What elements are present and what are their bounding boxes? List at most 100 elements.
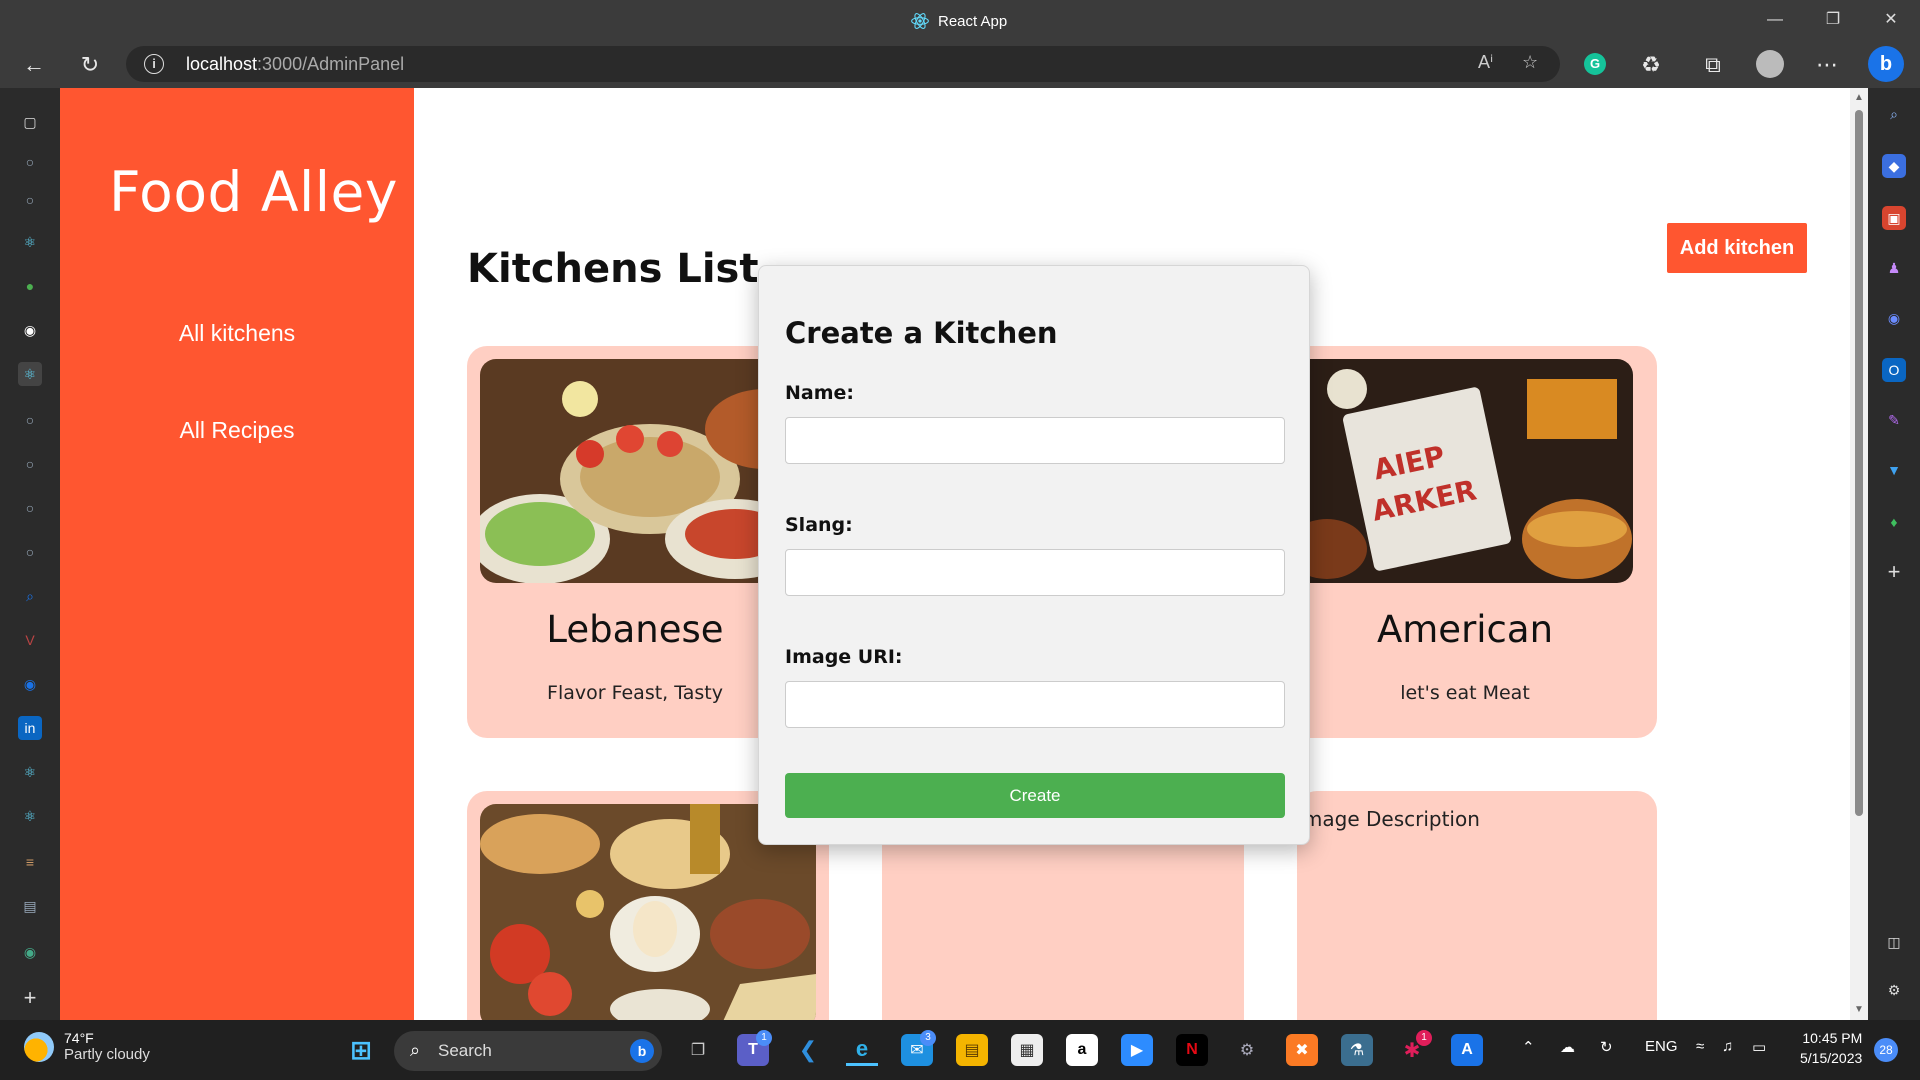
mysql-workbench-icon[interactable]: ⚗ [1341,1034,1373,1066]
kitchen-slang: let's eat Meat [1400,682,1530,704]
food-platter-image [480,359,803,583]
tab-icon[interactable]: ○ [18,188,42,212]
tab-icon[interactable]: ○ [18,540,42,564]
outlook-icon[interactable]: O [1882,358,1906,382]
tab-react-active-icon[interactable]: ⚛ [18,362,42,386]
clock-date: 5/15/2023 [1800,1050,1863,1066]
image-uri-input[interactable] [785,681,1285,728]
site-info-icon[interactable]: i [144,54,164,74]
tab-icon[interactable]: ○ [18,496,42,520]
tab-icon[interactable]: ○ [18,452,42,476]
name-label: Name: [785,382,855,404]
copilot-icon[interactable]: ◉ [1882,306,1906,330]
search-icon[interactable]: ⌕ [1882,102,1906,126]
grammarly-extension-icon[interactable]: G [1584,53,1606,75]
nav-all-recipes[interactable]: All Recipes [60,417,414,444]
extensions-icon[interactable]: ♻ [1634,48,1668,82]
kitchen-card[interactable]: Image Description [1297,791,1657,1020]
file-explorer-icon[interactable]: ▤ [956,1034,988,1066]
broken-image-alt: Image Description [1297,807,1480,831]
scrollbar-thumb[interactable] [1855,110,1863,816]
settings-icon[interactable]: ⚙ [1231,1034,1263,1066]
kitchen-slang: Flavor Feast, Tasty [547,682,723,704]
system-clock[interactable]: 10:45 PM 5/15/2023 [1800,1028,1862,1068]
burger-fries-image: AIEP ARKER [1297,359,1633,583]
name-input[interactable] [785,417,1285,464]
minimize-button[interactable]: — [1752,6,1798,34]
tab-actions-icon[interactable]: ▢ [18,110,42,134]
language-indicator[interactable]: ENG [1645,1038,1678,1055]
add-app-icon[interactable]: + [1882,560,1906,584]
notification-badge[interactable]: 28 [1874,1038,1898,1062]
create-button[interactable]: Create [785,773,1285,818]
windows-start-icon[interactable]: ⊞ [345,1034,377,1066]
bing-icon: b [630,1039,654,1063]
games-icon[interactable]: ♟ [1882,256,1906,280]
tab-icon[interactable]: ≡ [18,850,42,874]
edge-icon[interactable]: e [846,1034,878,1066]
slang-input[interactable] [785,549,1285,596]
slack-badge: 1 [1416,1030,1432,1046]
nav-all-kitchens[interactable]: All kitchens [60,320,414,347]
task-view-icon[interactable]: ❐ [682,1034,714,1066]
teams-badge: 1 [756,1030,772,1046]
tab-icon[interactable]: ◉ [18,672,42,696]
netflix-icon[interactable]: N [1176,1034,1208,1066]
app-store-icon[interactable]: A [1451,1034,1483,1066]
settings-gear-icon[interactable]: ⚙ [1882,978,1906,1002]
volume-icon[interactable]: ♫ [1722,1038,1733,1055]
kitchen-name: American [1376,608,1554,651]
tab-github-icon[interactable]: ◉ [18,318,42,342]
designer-icon[interactable]: ✎ [1882,408,1906,432]
tab-react-icon[interactable]: ⚛ [18,760,42,784]
url-text[interactable]: localhost:3000/AdminPanel [186,54,404,75]
kitchen-card-american[interactable]: AIEP ARKER American let's eat Meat [1297,346,1657,738]
collections-icon[interactable]: ⧉ [1696,48,1730,82]
kitchen-card-lebanese[interactable]: Lebanese Flavor Feast, Tasty [467,346,803,738]
split-screen-icon[interactable]: ◫ [1882,930,1906,954]
shopping-icon[interactable]: ◆ [1882,154,1906,178]
bing-copilot-icon[interactable]: b [1868,46,1904,82]
tab-icon[interactable]: ◉ [18,940,42,964]
tab-icon[interactable]: ▤ [18,894,42,918]
tools-icon[interactable]: ▣ [1882,206,1906,230]
tab-icon[interactable]: ● [18,274,42,298]
microsoft-store-icon[interactable]: ▦ [1011,1034,1043,1066]
read-aloud-icon[interactable]: Aⁱ [1478,52,1493,73]
tab-react-icon[interactable]: ⚛ [18,804,42,828]
tab-icon[interactable]: V [18,628,42,652]
vscode-icon[interactable]: ❮ [792,1034,824,1066]
onedrive-icon[interactable]: ☁ [1560,1038,1575,1056]
url-path: :3000/AdminPanel [257,54,405,74]
taskbar-search[interactable]: ⌕ Search b [394,1031,662,1071]
battery-icon[interactable]: ▭ [1752,1038,1766,1056]
page-scrollbar[interactable]: ▲ ▼ [1850,88,1868,1020]
new-tab-icon[interactable]: + [18,986,42,1010]
tab-react-icon[interactable]: ⚛ [18,230,42,254]
url-host: localhost [186,54,258,74]
favorite-icon[interactable]: ☆ [1522,52,1538,73]
tab-linkedin-icon[interactable]: in [18,716,42,740]
close-button[interactable]: ✕ [1868,6,1914,34]
weather-widget[interactable]: 74°F Partly cloudy [24,1030,150,1063]
amazon-icon[interactable]: a [1066,1034,1098,1066]
scroll-down-icon[interactable]: ▼ [1854,1004,1864,1015]
scroll-up-icon[interactable]: ▲ [1854,92,1864,103]
chevron-up-icon[interactable]: ⌃ [1522,1038,1535,1056]
profile-avatar[interactable] [1756,50,1784,78]
restore-button[interactable]: ❐ [1810,6,1856,34]
tab-icon[interactable]: ○ [18,408,42,432]
wifi-icon[interactable]: ≈ [1696,1038,1704,1055]
tab-icon[interactable]: ○ [18,150,42,174]
xampp-icon[interactable]: ✖ [1286,1034,1318,1066]
more-icon[interactable]: ⋯ [1810,48,1844,82]
refresh-icon[interactable]: ↻ [73,48,107,82]
add-kitchen-button[interactable]: Add kitchen [1667,223,1807,273]
tree-icon[interactable]: ♦ [1882,510,1906,534]
tab-search-icon[interactable]: ⌕ [18,584,42,608]
address-bar[interactable]: i localhost:3000/AdminPanel Aⁱ ☆ [126,46,1560,82]
zoom-icon[interactable]: ▶ [1121,1034,1153,1066]
back-icon[interactable]: ← [17,48,51,82]
sync-icon[interactable]: ↻ [1600,1038,1613,1056]
drop-icon[interactable]: ▼ [1882,458,1906,482]
